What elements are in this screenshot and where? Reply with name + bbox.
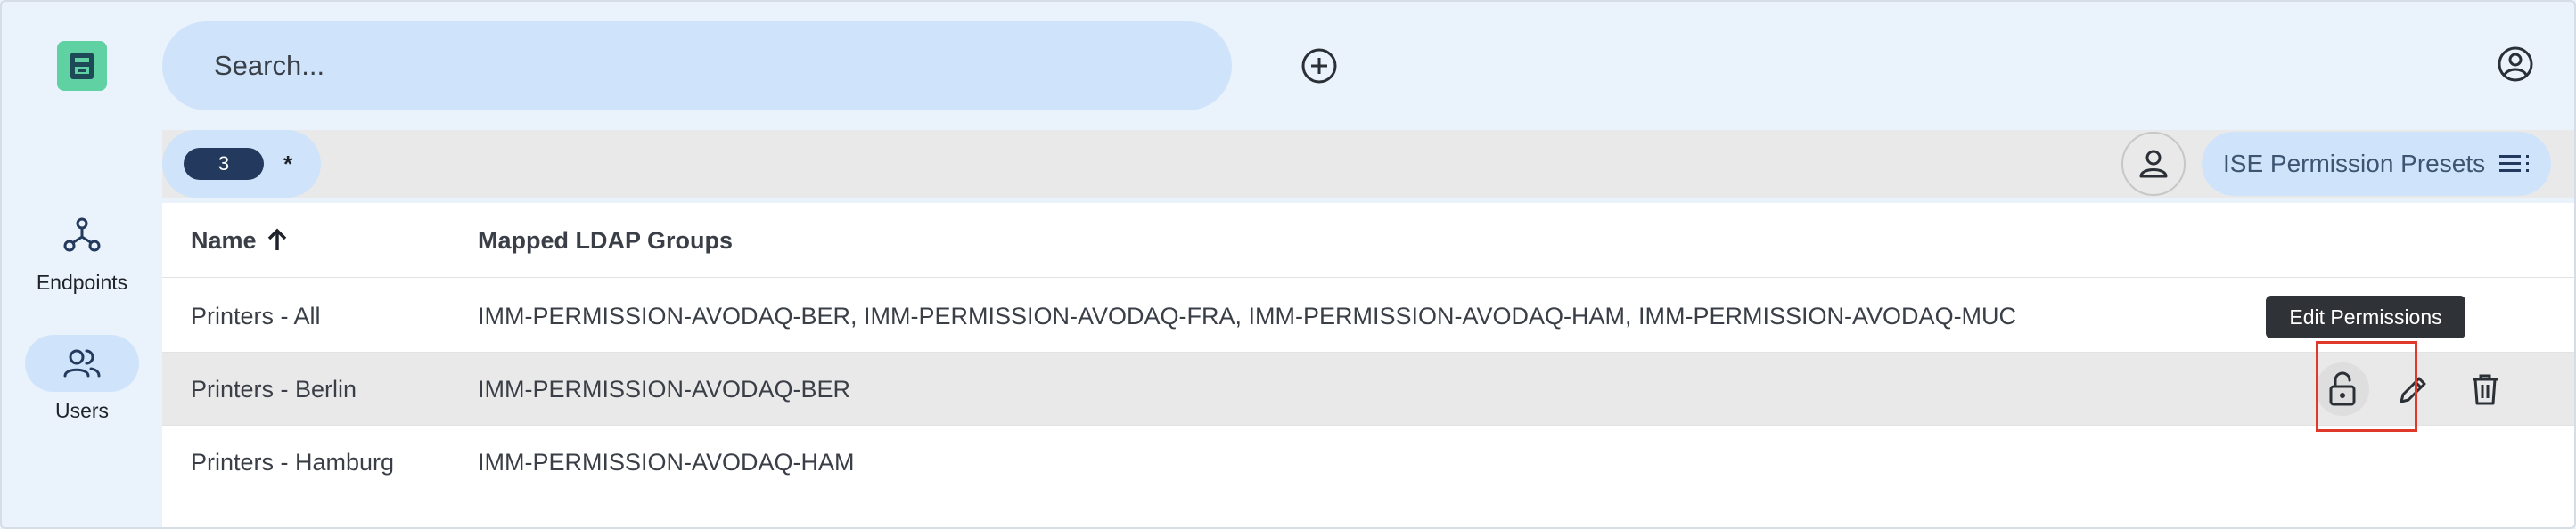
toolbar: 3 * ISE Permission Presets <box>162 130 2574 198</box>
trash-icon <box>2473 374 2498 405</box>
filter-symbol: * <box>283 150 293 177</box>
list-menu-icon <box>2499 155 2529 172</box>
lock-open-icon <box>2329 371 2356 406</box>
person-icon <box>2139 150 2168 178</box>
account-button[interactable] <box>2492 41 2539 87</box>
sidebar-item-label: Endpoints <box>36 271 128 294</box>
preset-label: ISE Permission Presets <box>2223 150 2486 177</box>
users-icon <box>63 349 101 378</box>
pencil-icon <box>2400 377 2426 403</box>
sidebar-item-users-pill <box>25 335 139 392</box>
filter-chip[interactable]: 3 * <box>162 130 321 198</box>
table-header: Name Mapped LDAP Groups <box>162 203 2574 278</box>
row-groups: IMM-PERMISSION-AVODAQ-BER, IMM-PERMISSIO… <box>478 302 2017 330</box>
permissions-table: Name Mapped LDAP Groups Printers - All I… <box>162 203 2574 527</box>
table-row[interactable]: Printers - Hamburg IMM-PERMISSION-AVODAQ… <box>162 426 2574 499</box>
search-input[interactable] <box>212 49 1103 83</box>
add-button[interactable] <box>1296 43 1342 89</box>
table-row[interactable]: Printers - All IMM-PERMISSION-AVODAQ-BER… <box>162 280 2574 353</box>
row-name: Printers - Berlin <box>191 375 357 403</box>
app-logo-icon[interactable] <box>57 41 107 91</box>
edit-button[interactable] <box>2387 362 2441 416</box>
edit-permissions-button[interactable] <box>2316 362 2369 416</box>
tooltip: Edit Permissions <box>2266 296 2465 338</box>
sidebar-item-users[interactable]: Users <box>2 335 162 423</box>
preset-selector[interactable]: ISE Permission Presets <box>2202 132 2551 196</box>
row-name: Printers - Hamburg <box>191 448 395 476</box>
user-filter-button[interactable] <box>2121 132 2186 196</box>
account-circle-icon <box>2498 46 2533 82</box>
arrow-up-icon <box>267 228 286 250</box>
row-groups: IMM-PERMISSION-AVODAQ-HAM <box>478 448 855 476</box>
table-row[interactable]: Printers - Berlin IMM-PERMISSION-AVODAQ-… <box>162 353 2574 426</box>
search-bar[interactable] <box>162 21 1232 110</box>
column-header-label: Mapped LDAP Groups <box>478 226 734 254</box>
hub-icon <box>63 217 101 252</box>
app-window: Endpoints Users Search... 3 * ISE Permis… <box>0 0 2576 529</box>
count-badge: 3 <box>184 148 264 180</box>
sidebar-item-label: Users <box>54 399 110 422</box>
delete-button[interactable] <box>2458 362 2512 416</box>
sidebar: Endpoints Users <box>2 2 162 527</box>
row-groups: IMM-PERMISSION-AVODAQ-BER <box>478 375 851 403</box>
column-header-name[interactable]: Name <box>191 203 291 278</box>
sidebar-item-endpoints-pill <box>25 207 139 264</box>
column-header-groups[interactable]: Mapped LDAP Groups <box>478 203 733 278</box>
row-name: Printers - All <box>191 302 321 330</box>
add-circle-icon <box>1301 48 1337 84</box>
sidebar-item-endpoints[interactable]: Endpoints <box>2 207 162 295</box>
column-header-label: Name <box>191 226 257 254</box>
